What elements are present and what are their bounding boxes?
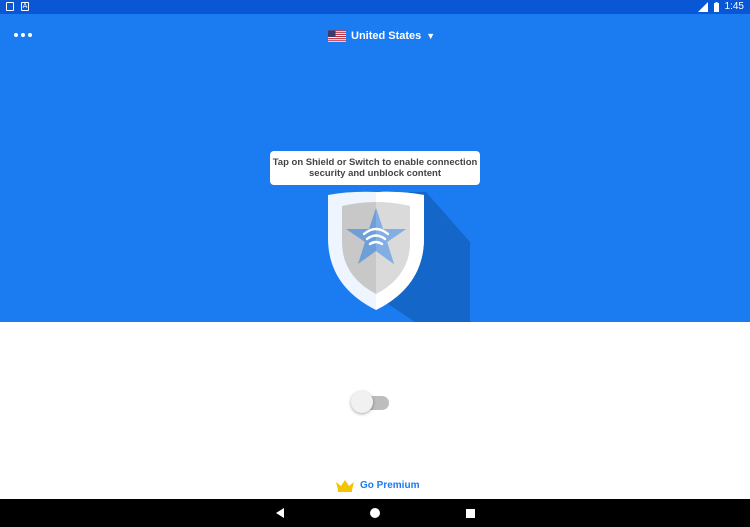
signal-icon: [697, 1, 708, 12]
crown-icon: [336, 479, 354, 492]
go-premium-label: Go Premium: [360, 479, 420, 491]
switch-thumb: [351, 391, 373, 413]
home-icon: [370, 508, 380, 518]
more-horizontal-icon: [14, 33, 18, 37]
tooltip-line-2: security and unblock content: [309, 168, 441, 179]
country-label: United States: [351, 30, 422, 42]
status-bar: A 1:45: [0, 0, 750, 14]
home-button[interactable]: [367, 505, 383, 521]
sim-card-icon: [6, 2, 14, 11]
back-button[interactable]: [272, 505, 288, 521]
bottom-panel: Go Premium: [0, 322, 750, 499]
recent-apps-button[interactable]: [462, 505, 478, 521]
more-options-button[interactable]: [14, 28, 34, 42]
connection-switch[interactable]: [351, 391, 391, 413]
back-icon: [276, 508, 284, 518]
recent-apps-icon: [465, 508, 475, 518]
shield-star-wifi-icon[interactable]: [320, 190, 470, 322]
go-premium-button[interactable]: Go Premium: [334, 477, 419, 493]
tooltip-line-1: Tap on Shield or Switch to enable connec…: [272, 157, 478, 168]
app-root: A 1:45 United States ▼ Tap on Shield or …: [0, 0, 750, 527]
navigation-bar: [0, 499, 750, 527]
country-selector[interactable]: United States ▼: [328, 27, 435, 45]
notification-icon: A: [21, 2, 29, 11]
battery-icon: [713, 1, 719, 12]
connect-hint-tooltip: Tap on Shield or Switch to enable connec…: [270, 151, 480, 185]
chevron-down-icon: ▼: [426, 31, 436, 41]
hero-panel: United States ▼ Tap on Shield or Switch …: [0, 14, 750, 322]
us-flag-icon: [328, 30, 346, 42]
status-time: 1:45: [724, 1, 744, 12]
